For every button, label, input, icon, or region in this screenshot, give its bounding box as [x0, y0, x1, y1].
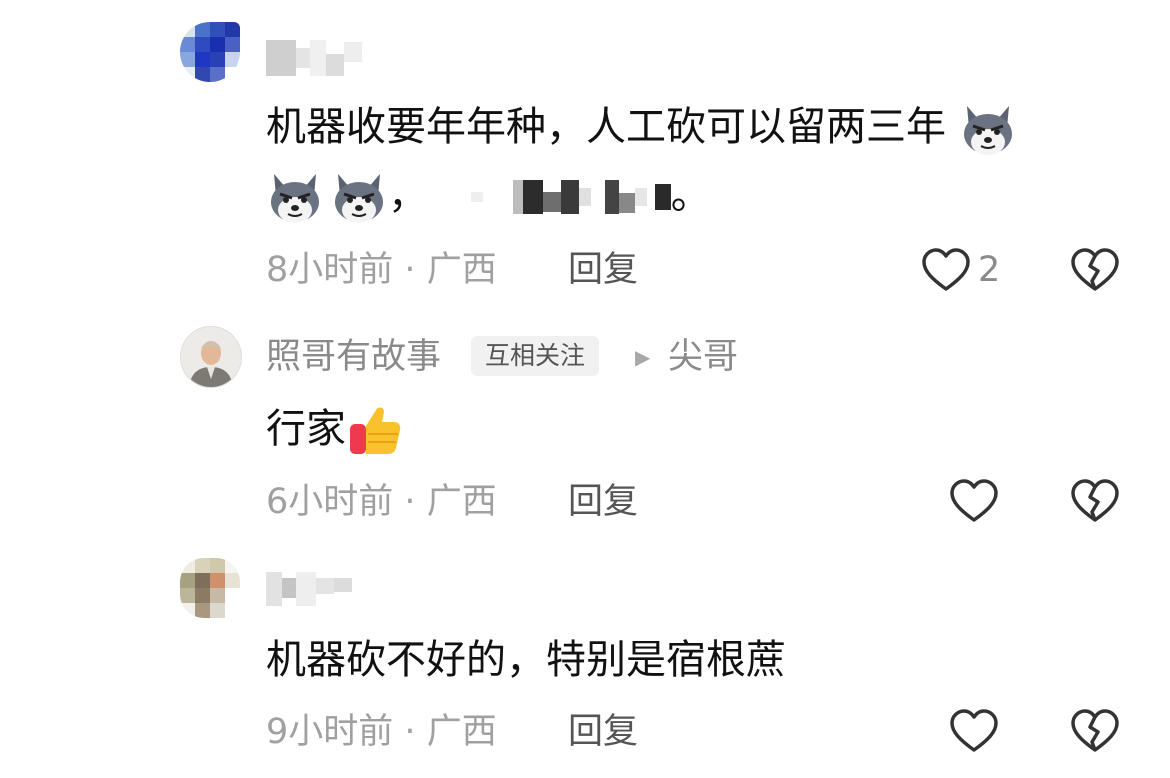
pixelated-text	[470, 180, 671, 214]
comment-item-2: 照哥有故事 互相关注 ▶ 尖哥 行家 6小时前 · 广西 回复	[0, 300, 1170, 530]
heart-icon[interactable]	[920, 247, 972, 293]
comment-text: 机器收要年年种，人工砍可以留两三年	[266, 104, 946, 150]
reply-arrow-icon: ▶	[635, 345, 651, 369]
author-name[interactable]: 照哥有故事	[266, 337, 441, 377]
thumbs-up-emoji	[350, 407, 401, 454]
mutual-follow-badge: 互相关注	[471, 336, 600, 376]
comment-text-line-1: 机器收要年年种，人工砍可以留两三年	[266, 100, 1017, 158]
author-name-pixelated[interactable]	[266, 40, 362, 76]
comment-text: 行家	[266, 406, 346, 452]
reply-button[interactable]: 回复	[568, 482, 638, 522]
comment-text-line-1: 行家	[266, 402, 404, 460]
husky-dog-emoji	[271, 174, 319, 223]
author-name-pixelated[interactable]	[266, 572, 352, 606]
separator-dot: ·	[404, 250, 416, 290]
comment-text-punctuation: 。	[670, 172, 711, 218]
separator-dot: ·	[404, 712, 416, 752]
comment-meta: 6小时前 · 广西	[266, 482, 497, 522]
avatar[interactable]	[180, 326, 242, 388]
comment-meta: 9小时前 · 广西	[266, 712, 497, 752]
timestamp: 8小时前	[266, 250, 394, 290]
heart-icon[interactable]	[948, 708, 1000, 754]
broken-heart-icon[interactable]	[1070, 478, 1120, 524]
avatar[interactable]	[180, 22, 240, 82]
comment-text: 机器砍不好的，特别是宿根蔗	[266, 637, 786, 683]
location: 广西	[426, 712, 497, 752]
timestamp: 6小时前	[266, 482, 394, 522]
comment-meta: 8小时前 · 广西	[266, 250, 497, 290]
comment-text-line-2: ， 。	[266, 168, 711, 226]
comment-item-3: 机器砍不好的，特别是宿根蔗 9小时前 · 广西 回复	[0, 530, 1170, 778]
heart-icon[interactable]	[948, 478, 1000, 524]
comment-text-line-1: 机器砍不好的，特别是宿根蔗	[266, 635, 786, 685]
broken-heart-icon[interactable]	[1070, 247, 1120, 293]
separator-dot: ·	[404, 482, 416, 522]
reply-button[interactable]: 回复	[568, 250, 638, 290]
reply-to-name[interactable]: 尖哥	[668, 337, 738, 377]
avatar[interactable]	[180, 558, 240, 618]
broken-heart-icon[interactable]	[1070, 708, 1120, 754]
comment-item-1: 机器收要年年种，人工砍可以留两三年 ， 。 8小时前 · 广西 回复 2	[0, 0, 1170, 300]
timestamp: 9小时前	[266, 712, 394, 752]
location: 广西	[426, 482, 497, 522]
husky-dog-emoji	[963, 106, 1012, 155]
comment-text-punctuation: ，	[388, 172, 428, 218]
reply-button[interactable]: 回复	[568, 712, 638, 752]
like-count: 2	[978, 250, 1001, 290]
person-avatar-image	[181, 327, 241, 387]
location: 广西	[426, 250, 497, 290]
husky-dog-emoji	[335, 174, 383, 223]
